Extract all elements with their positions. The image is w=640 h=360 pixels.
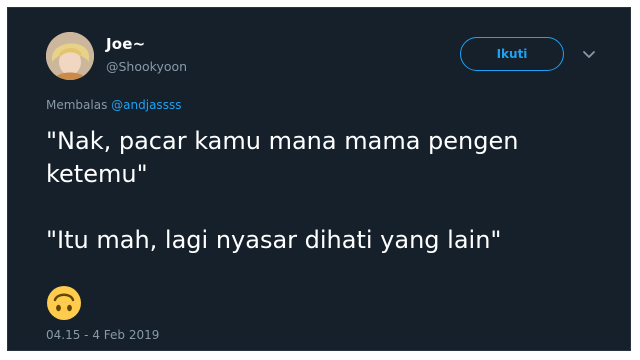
upside-down-face-emoji-icon bbox=[47, 286, 81, 320]
tweet-text-line-2: ketemu" bbox=[46, 160, 148, 188]
tweet-timestamp[interactable]: 04.15 - 4 Feb 2019 bbox=[46, 328, 159, 342]
tweet-card: Joe~ @Shookyoon Ikuti Membalas @andjasss… bbox=[7, 7, 631, 351]
tweet-text-line-1: "Nak, pacar kamu mana mama pengen bbox=[46, 127, 519, 155]
reply-prefix: Membalas bbox=[46, 98, 108, 112]
reply-mention-link[interactable]: @andjassss bbox=[111, 98, 181, 112]
tweet-text-line-3: "Itu mah, lagi nyasar dihati yang lain" bbox=[46, 226, 502, 254]
avatar[interactable] bbox=[46, 32, 94, 80]
follow-button[interactable]: Ikuti bbox=[460, 37, 564, 71]
avatar-image bbox=[46, 32, 94, 80]
reply-context: Membalas @andjassss bbox=[46, 98, 181, 112]
user-name[interactable]: Joe~ bbox=[106, 35, 145, 53]
chevron-down-icon[interactable] bbox=[581, 46, 597, 62]
user-handle[interactable]: @Shookyoon bbox=[106, 59, 187, 74]
